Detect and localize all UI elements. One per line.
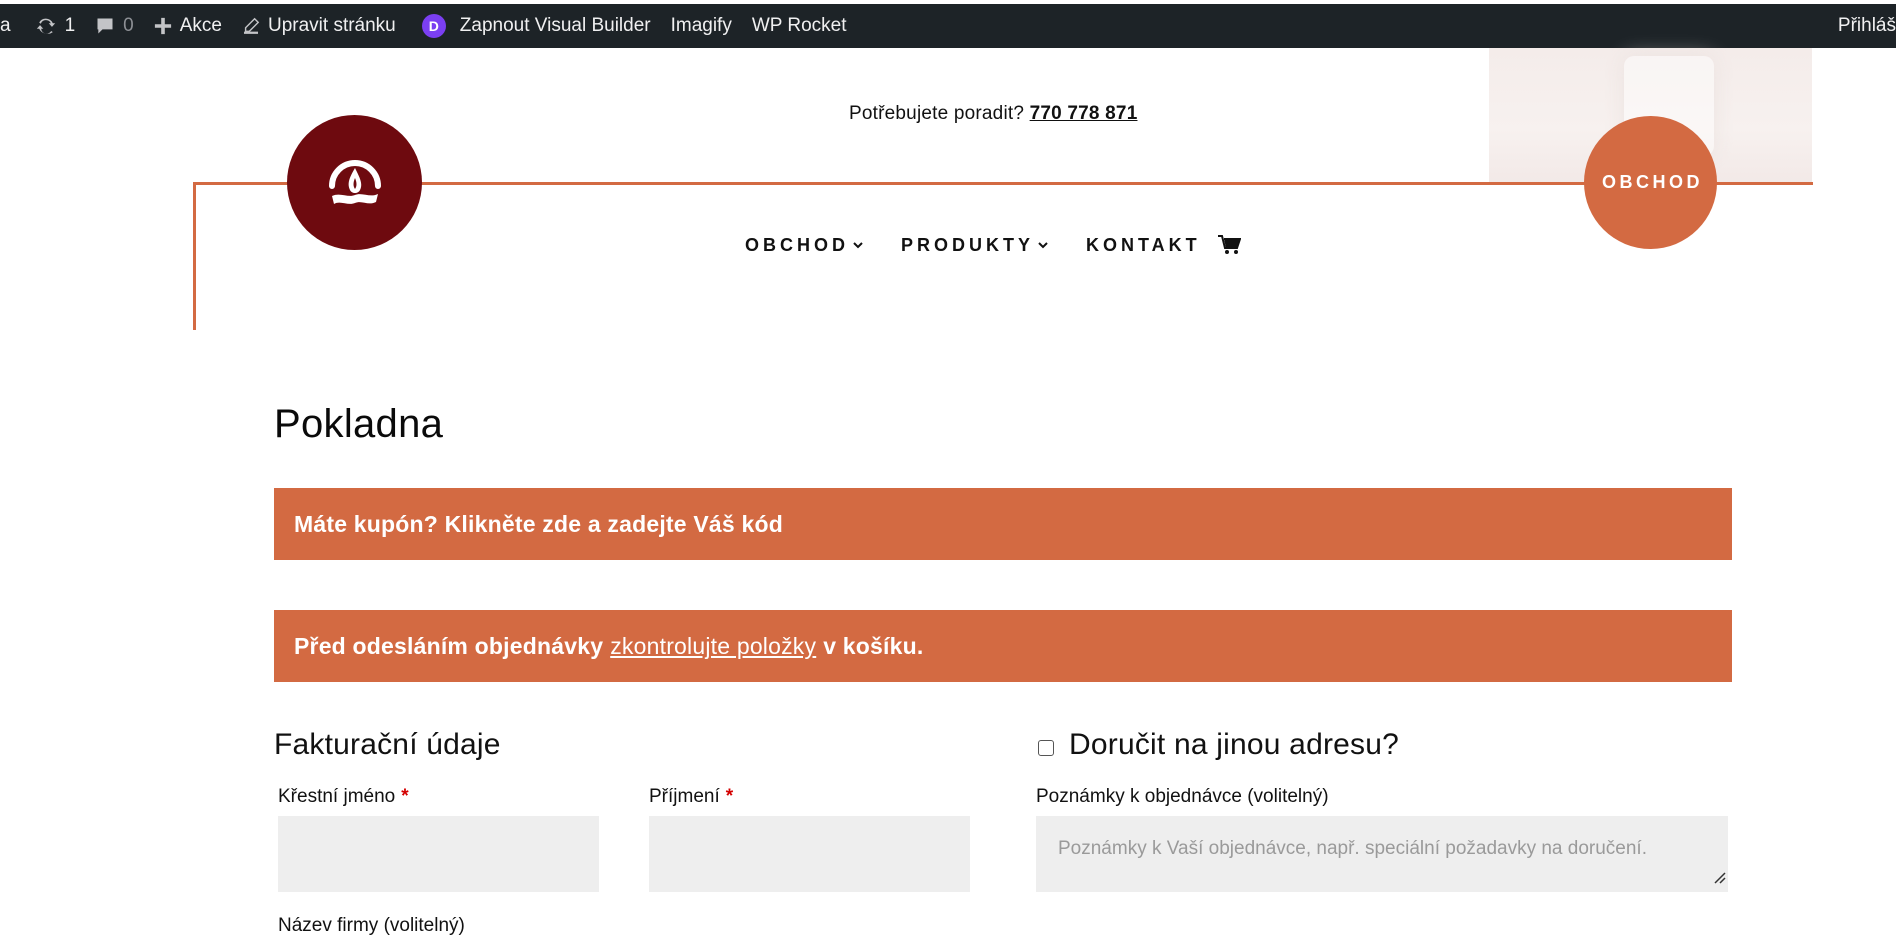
phone-prompt: Potřebujete poradit? [849, 103, 1025, 124]
header-vertical-line [193, 182, 196, 330]
review-suffix: v košíku. [823, 632, 924, 659]
nav-item-label: OBCHOD [745, 234, 849, 255]
wp-admin-bar: a 1 0 Akce Upravit stránku D Zapnout Vis… [0, 4, 1896, 48]
visual-builder-link[interactable]: D Zapnout Visual Builder [406, 4, 661, 48]
review-prefix: Před odesláním objednávky [294, 632, 604, 659]
checkout-page: a 1 0 Akce Upravit stránku D Zapnout Vis… [0, 0, 1896, 943]
coupon-notice[interactable]: Máte kupón? Klikněte zde a zadejte Váš k… [274, 488, 1732, 560]
imagify-link[interactable]: Imagify [661, 4, 742, 48]
comments-link[interactable]: 0 [85, 4, 144, 48]
shipping-heading[interactable]: Doručit na jinou adresu? [1069, 728, 1399, 762]
wp-rocket-label: WP Rocket [751, 15, 847, 36]
shop-circle-button[interactable]: OBCHOD [1584, 116, 1717, 249]
last-name-label-text: Příjmení [649, 786, 720, 807]
resize-handle-icon[interactable] [1712, 868, 1726, 890]
company-name-label: Název firmy (volitelný) [278, 915, 465, 936]
nav-item-obchod[interactable]: OBCHOD [745, 235, 865, 256]
edit-page-label: Upravit stránku [267, 15, 396, 36]
site-name-fragment: a [0, 15, 11, 36]
new-content-link[interactable]: Akce [144, 4, 232, 48]
page-title: Pokladna [274, 402, 444, 446]
chevron-down-icon [851, 238, 865, 252]
header-divider-line [193, 182, 1813, 185]
nav-item-kontakt[interactable]: KONTAKT [1086, 235, 1201, 256]
order-notes-placeholder: Poznámky k Vaší objednávce, např. speciá… [1058, 838, 1647, 859]
contact-phone-line: Potřebujete poradit? 770 778 871 [849, 103, 1137, 125]
review-cart-notice: Před odesláním objednávky zkontrolujte p… [274, 610, 1732, 682]
last-name-field[interactable] [649, 816, 970, 892]
first-name-field[interactable] [278, 816, 599, 892]
wp-rocket-link[interactable]: WP Rocket [742, 4, 857, 48]
comments-count: 0 [123, 15, 134, 36]
updates-count: 1 [64, 15, 76, 36]
account-link[interactable]: Přihláš [1838, 4, 1896, 48]
pencil-icon [242, 17, 260, 35]
coupon-notice-text: Máte kupón? Klikněte zde a zadejte Váš k… [294, 510, 783, 537]
phone-number-link[interactable]: 770 778 871 [1030, 103, 1138, 124]
first-name-label: Křestní jméno * [278, 786, 409, 808]
billing-heading: Fakturační údaje [274, 728, 501, 761]
visual-builder-label: Zapnout Visual Builder [459, 15, 651, 36]
comment-icon [95, 16, 115, 36]
ship-to-different-address-checkbox[interactable] [1038, 740, 1054, 756]
site-name-link[interactable]: a [0, 4, 25, 48]
chevron-down-icon [1036, 238, 1050, 252]
main-navigation: OBCHOD PRODUKTY KONTAKT [745, 230, 1241, 260]
new-content-label: Akce [179, 15, 222, 36]
last-name-label: Příjmení * [649, 786, 733, 808]
site-logo[interactable] [287, 115, 422, 250]
plus-icon [154, 17, 172, 35]
imagify-label: Imagify [670, 15, 732, 36]
divi-logo-icon: D [421, 14, 446, 38]
edit-page-link[interactable]: Upravit stránku [232, 4, 406, 48]
cart-icon[interactable] [1217, 234, 1241, 256]
updates-link[interactable]: 1 [25, 4, 86, 48]
nav-item-produkty[interactable]: PRODUKTY [901, 235, 1050, 256]
nav-item-label: KONTAKT [1086, 234, 1201, 255]
refresh-icon [35, 15, 57, 37]
review-cart-link[interactable]: zkontrolujte položky [610, 633, 816, 660]
candle-flame-icon [328, 159, 381, 204]
order-notes-textarea[interactable]: Poznámky k Vaší objednávce, např. speciá… [1036, 816, 1728, 892]
account-label: Přihláš [1837, 15, 1896, 36]
order-notes-label: Poznámky k objednávce (volitelný) [1036, 786, 1329, 807]
nav-item-label: PRODUKTY [901, 234, 1035, 255]
required-mark: * [725, 786, 734, 807]
first-name-label-text: Křestní jméno [278, 786, 396, 807]
required-mark: * [401, 786, 409, 807]
